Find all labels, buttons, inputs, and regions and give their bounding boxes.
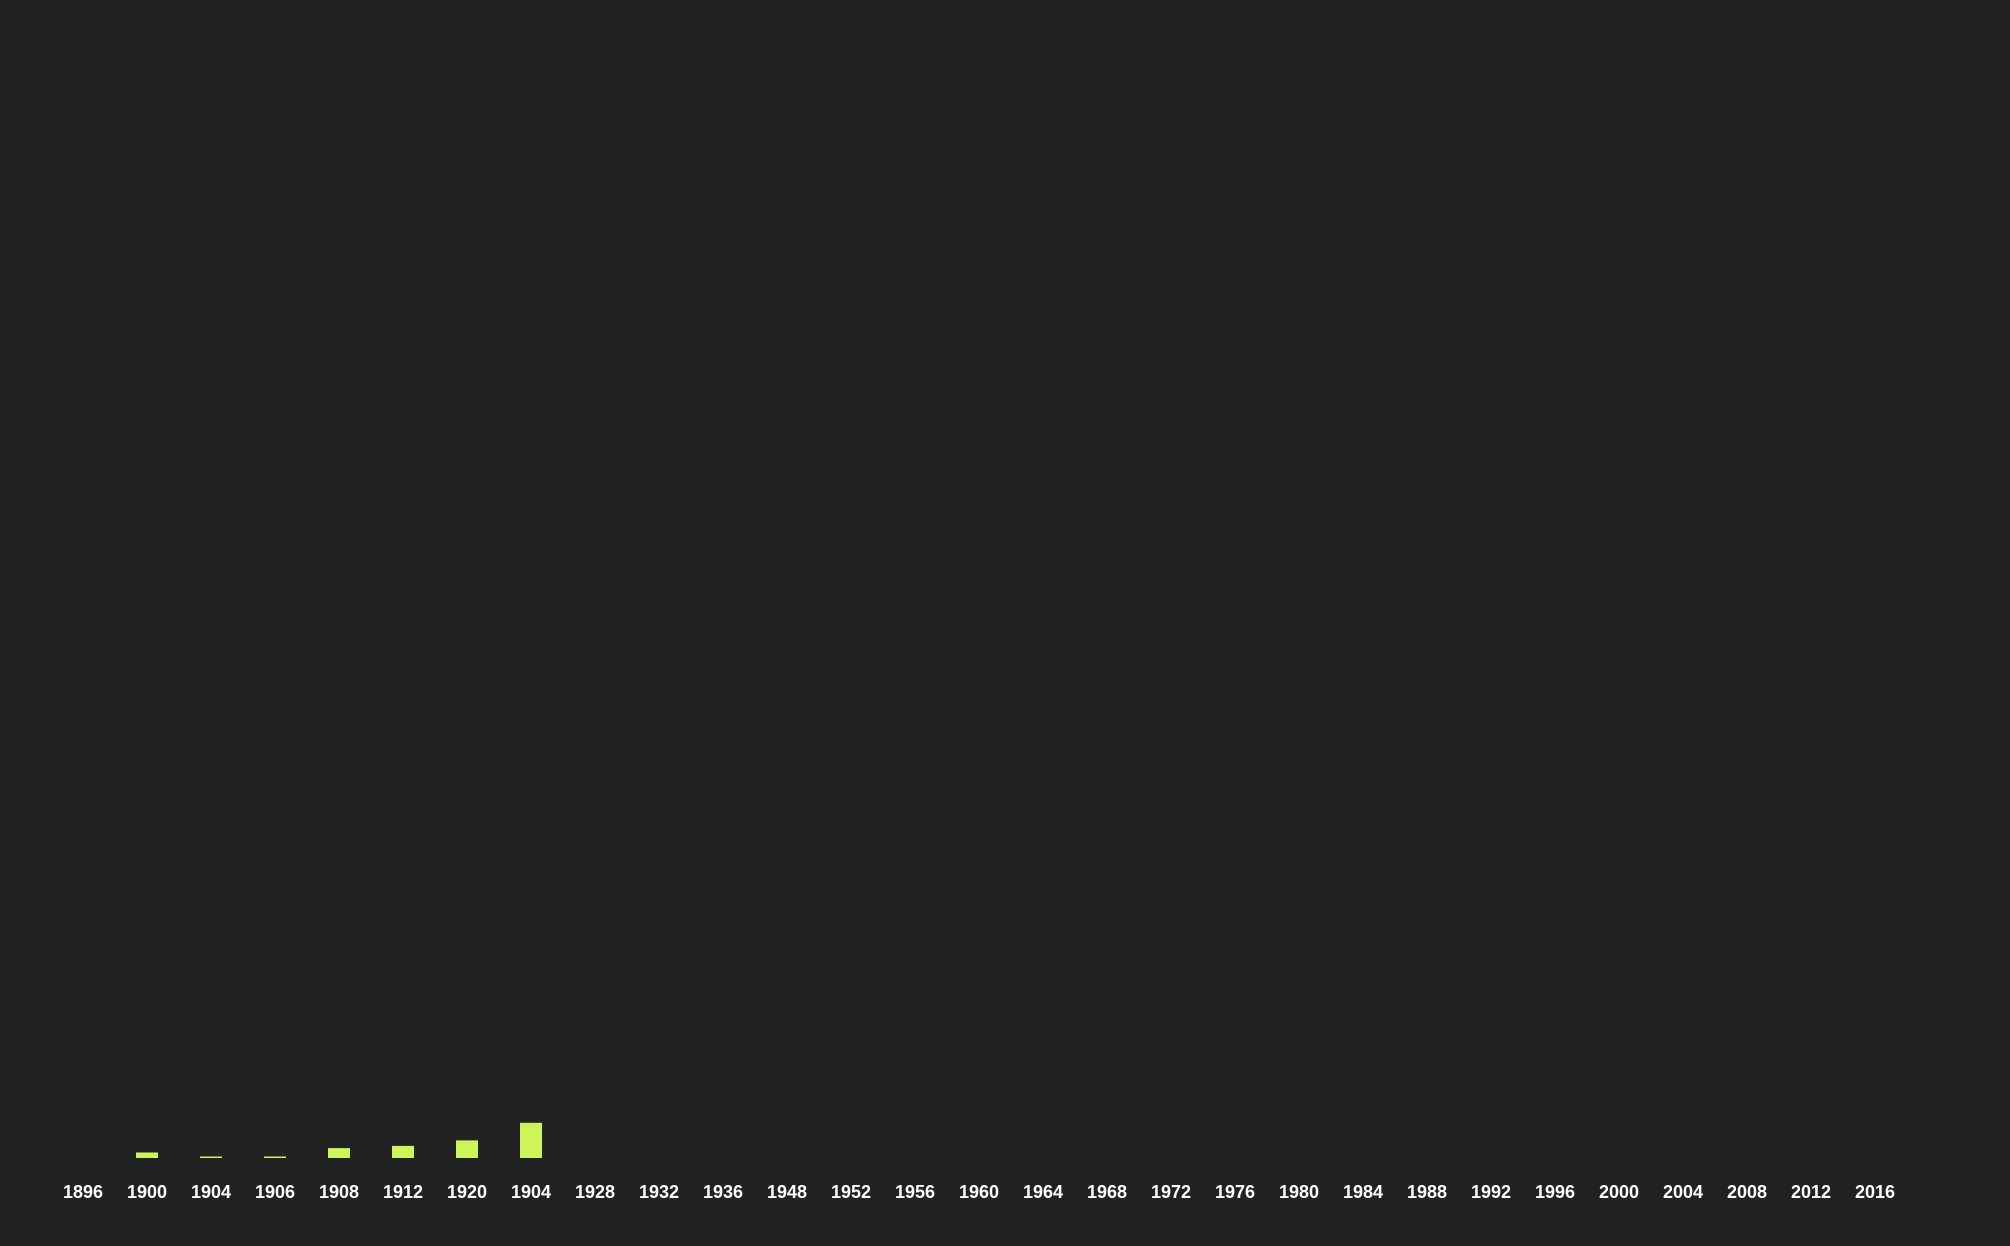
bar-1906-3	[264, 1156, 286, 1158]
x-tick-label: 1904	[191, 1182, 231, 1202]
x-tick-label: 1908	[319, 1182, 359, 1202]
bar-1904-2	[200, 1156, 222, 1158]
x-tick-label: 1900	[127, 1182, 167, 1202]
x-tick-label: 2000	[1599, 1182, 1639, 1202]
bar-1920-6	[456, 1140, 478, 1158]
x-tick-label: 1928	[575, 1182, 615, 1202]
x-tick-label: 1932	[639, 1182, 679, 1202]
x-tick-label: 2008	[1727, 1182, 1767, 1202]
x-tick-label: 1912	[383, 1182, 423, 1202]
x-tick-label: 2016	[1855, 1182, 1895, 1202]
x-tick-label: 1936	[703, 1182, 743, 1202]
bar-1908-4	[328, 1148, 350, 1158]
x-tick-label: 1984	[1343, 1182, 1383, 1202]
x-tick-label: 1920	[447, 1182, 487, 1202]
x-tick-label: 1972	[1151, 1182, 1191, 1202]
x-tick-label: 1968	[1087, 1182, 1127, 1202]
x-tick-label: 1906	[255, 1182, 295, 1202]
x-tick-label: 2012	[1791, 1182, 1831, 1202]
x-tick-label: 1960	[959, 1182, 999, 1202]
bar-1912-5	[392, 1145, 414, 1158]
x-tick-label: 1948	[767, 1182, 807, 1202]
x-tick-label: 1988	[1407, 1182, 1447, 1202]
x-axis-tick-labels: 1896 1900 1904 1906 1908 1912 1920 1904 1928 1932…	[63, 1182, 1895, 1202]
x-tick-label: 1956	[895, 1182, 935, 1202]
x-tick-label: 1976	[1215, 1182, 1255, 1202]
x-tick-label: 1904	[511, 1182, 551, 1202]
x-tick-label: 1992	[1471, 1182, 1511, 1202]
x-tick-label: 1896	[63, 1182, 103, 1202]
bars-group	[136, 1122, 542, 1158]
bar-1904-7	[520, 1122, 542, 1158]
x-tick-label: 2004	[1663, 1182, 1703, 1202]
x-tick-label: 1952	[831, 1182, 871, 1202]
x-tick-label: 1980	[1279, 1182, 1319, 1202]
bar-chart: 1896 1900 1904 1906 1908 1912 1920 1904 1928 1932…	[63, 1122, 1895, 1202]
x-tick-label: 1996	[1535, 1182, 1575, 1202]
bar-1900-1	[136, 1152, 158, 1158]
x-tick-label: 1964	[1023, 1182, 1063, 1202]
